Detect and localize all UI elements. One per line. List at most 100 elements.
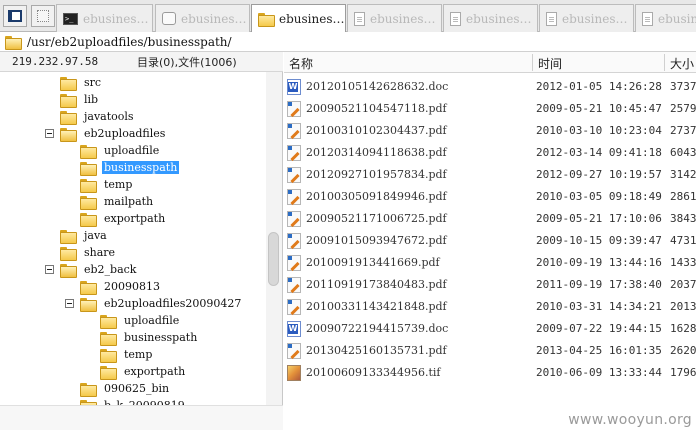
tab-document[interactable]: ebusines…: [443, 4, 538, 32]
folder-open-icon: [80, 161, 97, 176]
file-row[interactable]: 20090521104547118.pdf 2009-05-21 10:45:47…: [284, 98, 696, 120]
column-divider[interactable]: [532, 54, 533, 71]
folder-icon: [100, 331, 117, 346]
tree-item[interactable]: uploadfile: [100, 312, 181, 329]
tree-item[interactable]: businesspath: [100, 329, 199, 346]
tree-item[interactable]: b_k_20090819: [80, 397, 187, 405]
file-name: 20120105142628632.doc: [306, 80, 449, 93]
tree-item[interactable]: lib: [60, 91, 100, 108]
column-header-size[interactable]: 大小: [670, 55, 694, 72]
folder-icon: [60, 76, 77, 91]
new-tab-button[interactable]: [31, 5, 55, 27]
tree-item[interactable]: temp: [80, 176, 134, 193]
file-row[interactable]: 20120314094118638.pdf 2012-03-14 09:41:18…: [284, 142, 696, 164]
tree-item[interactable]: src: [60, 74, 103, 91]
tree-item[interactable]: share: [60, 244, 117, 261]
pdf-file-icon: [287, 277, 301, 293]
file-row[interactable]: 20100305091849946.pdf 2010-03-05 09:18:49…: [284, 186, 696, 208]
tree-item[interactable]: exportpath: [80, 210, 167, 227]
folder-icon: [80, 178, 97, 193]
tree-item[interactable]: javatools: [60, 108, 136, 125]
folder-icon: [60, 93, 77, 108]
folder-icon: [80, 382, 97, 397]
tab-bar: ebusines… ebusines… ebusines… ebusines… …: [0, 0, 696, 33]
folder-icon: [60, 246, 77, 261]
tab-document[interactable]: ebusine: [635, 4, 696, 32]
folder-icon: [80, 144, 97, 159]
tree-item[interactable]: temp: [100, 346, 154, 363]
file-time: 2012-03-14 09:41:18: [536, 146, 662, 159]
document-icon: [354, 11, 365, 26]
file-row[interactable]: 20130425160135731.pdf 2013-04-25 16:01:35…: [284, 340, 696, 362]
collapse-toggle-icon[interactable]: [65, 299, 74, 308]
scrollbar-thumb[interactable]: [268, 232, 279, 286]
tree-item[interactable]: eb2uploadfiles: [60, 125, 167, 142]
tab-label: ebusines…: [181, 11, 247, 26]
file-row[interactable]: 2010091913441669.pdf 2010-09-19 13:44:16 1…: [284, 252, 696, 274]
pdf-file-icon: [287, 167, 301, 183]
file-time: 2010-09-19 13:44:16: [536, 256, 662, 269]
tree-item-selected[interactable]: businesspath: [80, 159, 180, 176]
file-name: 20090521104547118.pdf: [306, 102, 447, 115]
file-time: 2009-05-21 17:10:06: [536, 212, 662, 225]
tree-item[interactable]: mailpath: [80, 193, 155, 210]
tree-item[interactable]: 20090813: [80, 278, 162, 295]
file-time: 2013-04-25 16:01:35: [536, 344, 662, 357]
document-icon: [450, 11, 461, 26]
directory-pane: 219.232.97.58 目录(0),文件(1006) src lib jav…: [0, 52, 283, 430]
column-divider[interactable]: [664, 54, 665, 71]
tab-label: ebusines…: [562, 11, 628, 26]
column-header-name[interactable]: 名称: [289, 55, 313, 72]
folder-icon: [100, 348, 117, 363]
file-row[interactable]: 20100609133344956.tif 2010-06-09 13:33:44…: [284, 362, 696, 384]
tab-disk[interactable]: ebusines…: [155, 4, 250, 32]
file-list-header: 名称 时间 大小: [284, 52, 696, 73]
blank-page-icon: [37, 10, 49, 22]
file-time: 2012-09-27 10:19:57: [536, 168, 662, 181]
tab-file-browser[interactable]: ebusines…: [251, 4, 346, 33]
file-row[interactable]: 20090722194415739.doc 2009-07-22 19:44:15…: [284, 318, 696, 340]
tree-horizontal-scrollbar[interactable]: [0, 405, 283, 430]
file-row[interactable]: 20100310102304437.pdf 2010-03-10 10:23:04…: [284, 120, 696, 142]
collapse-toggle-icon[interactable]: [45, 265, 54, 274]
directory-tree: src lib javatools eb2uploadfiles uploadf…: [0, 72, 266, 405]
file-row[interactable]: 20100331143421848.pdf 2010-03-31 14:34:21…: [284, 296, 696, 318]
folder-icon: [258, 13, 275, 27]
tree-item[interactable]: uploadfile: [80, 142, 161, 159]
tree-item[interactable]: exportpath: [100, 363, 187, 380]
file-row[interactable]: 20090521171006725.pdf 2009-05-21 17:10:06…: [284, 208, 696, 230]
file-size: 47319: [670, 234, 696, 247]
file-size: 20130: [670, 300, 696, 313]
file-row[interactable]: 20091015093947672.pdf 2009-10-15 09:39:47…: [284, 230, 696, 252]
column-header-time[interactable]: 时间: [538, 55, 562, 72]
folder-open-icon: [80, 297, 97, 312]
tree-scrollbar[interactable]: [266, 72, 282, 405]
folder-icon: [80, 280, 97, 295]
tab-label: ebusines…: [279, 12, 345, 26]
current-path[interactable]: /usr/eb2uploadfiles/businesspath/: [27, 35, 232, 49]
tree-item[interactable]: eb2uploadfiles20090427: [80, 295, 243, 312]
file-name: 20100310102304437.pdf: [306, 124, 447, 137]
tree-item[interactable]: 090625_bin: [80, 380, 171, 397]
sidebar-toggle-button[interactable]: [3, 5, 27, 27]
tab-terminal[interactable]: ebusines…: [56, 4, 153, 32]
tab-document[interactable]: ebusines…: [539, 4, 634, 32]
file-row[interactable]: 20120105142628632.doc 2012-01-05 14:26:28…: [284, 76, 696, 98]
file-size: 37376: [670, 80, 696, 93]
file-time: 2009-05-21 10:45:47: [536, 102, 662, 115]
folder-icon: [5, 35, 22, 50]
file-time: 2009-10-15 09:39:47: [536, 234, 662, 247]
file-time: 2010-03-05 09:18:49: [536, 190, 662, 203]
collapse-toggle-icon[interactable]: [45, 129, 54, 138]
file-name: 20091015093947672.pdf: [306, 234, 447, 247]
tree-item[interactable]: java: [60, 227, 109, 244]
file-row[interactable]: 20120927101957834.pdf 2012-09-27 10:19:57…: [284, 164, 696, 186]
tab-label: ebusines…: [83, 11, 149, 26]
tree-item[interactable]: eb2_back: [60, 261, 138, 278]
tab-document[interactable]: ebusines…: [347, 4, 442, 32]
file-size: 31426: [670, 168, 696, 181]
file-list-pane: 名称 时间 大小 20120105142628632.doc 2012-01-05…: [284, 52, 696, 430]
file-row[interactable]: 20110919173840483.pdf 2011-09-19 17:38:40…: [284, 274, 696, 296]
path-bar[interactable]: /usr/eb2uploadfiles/businesspath/: [0, 32, 696, 52]
folder-open-icon: [60, 127, 77, 142]
